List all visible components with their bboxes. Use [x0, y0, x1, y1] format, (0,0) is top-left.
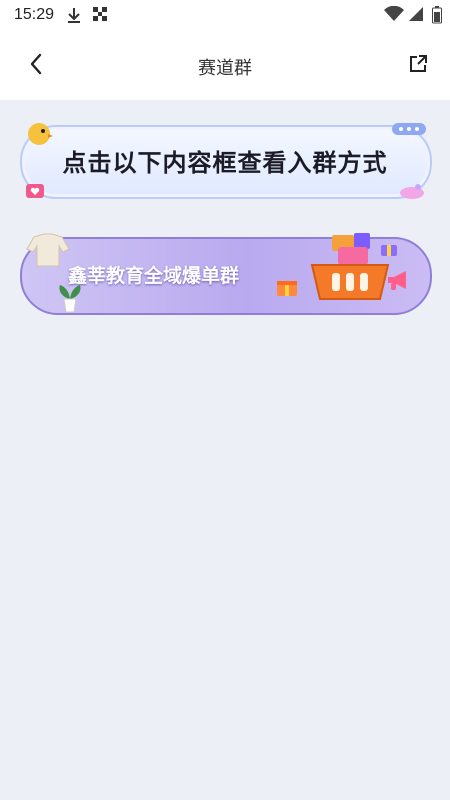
- cartoon-chick-icon: [24, 119, 54, 151]
- pink-sparkle-icon: [398, 181, 426, 205]
- heart-tag-icon: [26, 183, 44, 202]
- nav-bar: 赛道群: [0, 32, 450, 100]
- group-name: 鑫莘教育全域爆单群: [68, 265, 240, 287]
- content-area: 点击以下内容框查看入群方式 鑫莘教育全域爆单群: [0, 100, 450, 800]
- small-gift-icon: [380, 241, 398, 261]
- group-card[interactable]: 鑫莘教育全域爆单群: [20, 233, 432, 315]
- gift-box-icon: [276, 277, 298, 301]
- share-button[interactable]: [400, 48, 436, 84]
- page-title: 赛道群: [198, 58, 252, 79]
- megaphone-icon: [386, 269, 412, 295]
- download-icon: [66, 6, 82, 28]
- wifi-icon: [384, 5, 404, 26]
- qr-icon: [92, 6, 108, 26]
- status-time: 15:29: [14, 6, 55, 23]
- instruction-text: 点击以下内容框查看入群方式: [62, 149, 388, 177]
- sweater-icon: [26, 233, 70, 271]
- status-bar: 15:29: [0, 0, 450, 32]
- instruction-banner: 点击以下内容框查看入群方式: [20, 123, 432, 199]
- signal-icon: [408, 6, 424, 26]
- share-external-icon: [408, 54, 428, 78]
- battery-icon: [432, 6, 442, 28]
- chat-bubble-icon: [392, 121, 428, 141]
